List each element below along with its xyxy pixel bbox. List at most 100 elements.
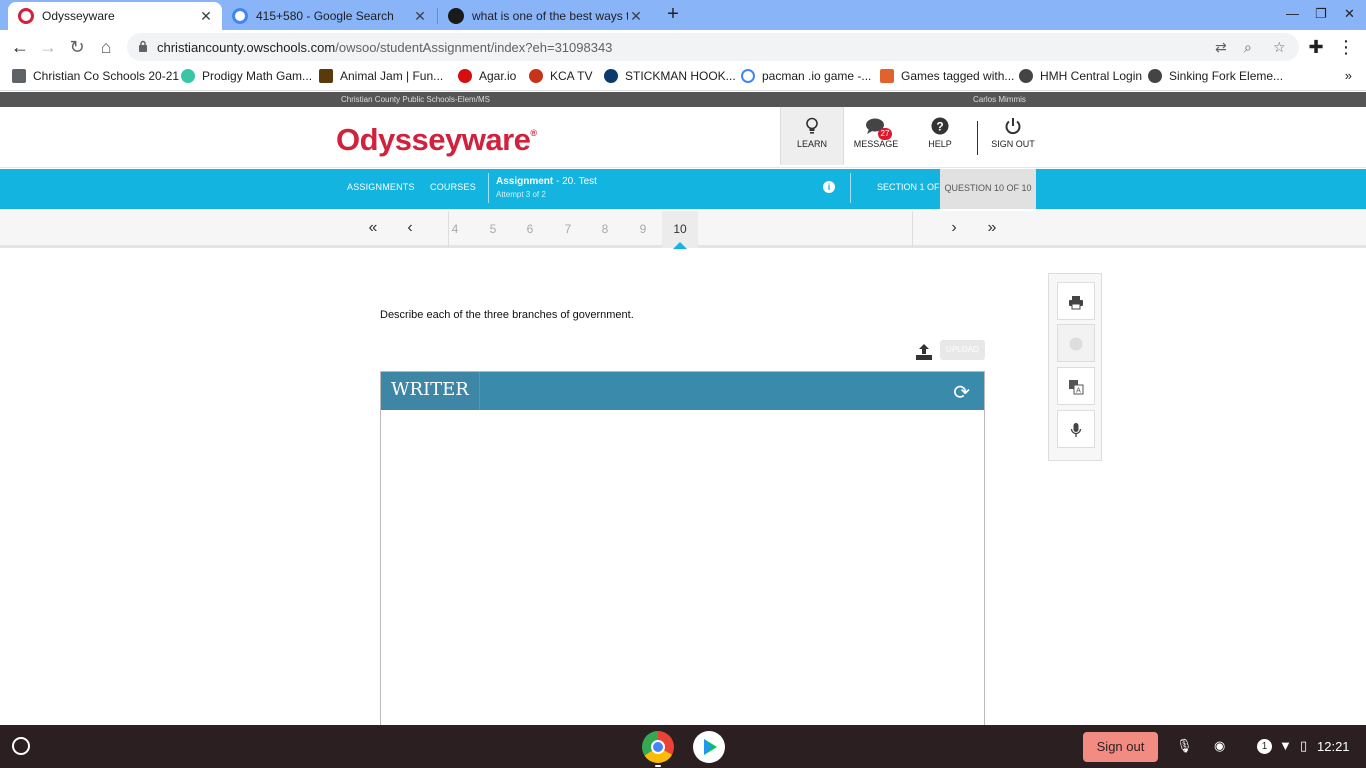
bookmark-item[interactable]: Prodigy Math Gam... <box>181 69 312 83</box>
question-pager: « ‹ 4 5 6 7 8 9 10 › » <box>0 211 1366 249</box>
bookmark-item[interactable]: Sinking Fork Eleme... <box>1148 69 1283 83</box>
tab-best-ways[interactable]: what is one of the best ways to l ✕ <box>438 2 652 30</box>
help-icon: ? <box>908 107 972 139</box>
extensions-icon[interactable]: ✚ <box>1305 36 1327 58</box>
nav-divider <box>977 121 978 155</box>
close-tab-icon[interactable]: ✕ <box>628 8 644 25</box>
globe-tool-icon[interactable] <box>1057 324 1095 362</box>
notification-count-icon[interactable]: 1 <box>1257 739 1272 754</box>
nav-signout[interactable]: SIGN OUT <box>981 107 1045 165</box>
address-bar[interactable]: christiancounty.owschools.com/owsoo/stud… <box>127 33 1299 61</box>
bookmark-item[interactable]: HMH Central Login <box>1019 69 1142 83</box>
bookmark-item[interactable]: Christian Co Schools 20-21 <box>12 69 179 83</box>
microphone-icon[interactable] <box>1057 410 1095 448</box>
home-icon[interactable]: ⌂ <box>95 36 117 58</box>
bookmark-item[interactable]: Animal Jam | Fun... <box>319 69 443 83</box>
bookmark-star-icon[interactable]: ☆ <box>1273 39 1286 56</box>
page-6[interactable]: 6 <box>520 222 540 236</box>
assignments-link[interactable]: ASSIGNMENTS <box>347 182 415 192</box>
tab-google-search[interactable]: 415+580 - Google Search ✕ <box>222 2 436 30</box>
new-tab-button[interactable]: + <box>662 4 684 26</box>
menu-icon[interactable]: ⋮ <box>1335 36 1357 58</box>
attempt-text: Attempt 3 of 2 <box>496 190 546 199</box>
wifi-icon[interactable]: ▼ <box>1279 738 1292 753</box>
globe-icon <box>1148 69 1162 83</box>
zoom-icon[interactable]: ⌕ <box>1244 39 1252 56</box>
minimize-icon[interactable]: — <box>1286 6 1299 21</box>
page-4[interactable]: 4 <box>445 222 465 236</box>
courses-link[interactable]: COURSES <box>430 182 476 192</box>
nav-help[interactable]: ? HELP <box>908 107 972 165</box>
next-page-icon[interactable]: › <box>944 219 964 237</box>
kca-icon <box>529 69 543 83</box>
back-icon[interactable]: ← <box>9 36 31 58</box>
battery-icon[interactable]: ▯ <box>1300 738 1307 754</box>
page-9[interactable]: 9 <box>633 222 653 236</box>
google-favicon-icon <box>232 8 248 24</box>
mute-icon[interactable]: ◉ <box>1214 738 1225 754</box>
mic-tray-icon[interactable]: 🎙 <box>1176 738 1193 754</box>
stickman-icon <box>604 69 618 83</box>
nav-message[interactable]: 27 MESSAGE <box>844 107 908 165</box>
google-icon <box>741 69 755 83</box>
tab-strip: Odysseyware ✕ 415+580 - Google Search ✕ … <box>0 0 1366 30</box>
chrome-icon[interactable] <box>642 731 674 763</box>
play-store-icon[interactable] <box>693 731 725 763</box>
more-bookmarks-icon[interactable]: » <box>1345 68 1352 83</box>
question-indicator[interactable]: QUESTION 10 OF 10 <box>940 169 1036 209</box>
tab-title: 415+580 - Google Search <box>256 9 394 23</box>
tab-title: what is one of the best ways to l <box>472 9 628 23</box>
question-text: Describe each of the three branches of g… <box>380 309 634 321</box>
page-5[interactable]: 5 <box>483 222 503 236</box>
maximize-icon[interactable]: ❐ <box>1315 6 1327 22</box>
launcher-icon[interactable] <box>12 737 30 755</box>
os-shelf: Sign out 🎙 ◉ 1 ▼ ▯ 12:21 <box>0 725 1366 768</box>
nav-learn[interactable]: LEARN <box>780 107 844 165</box>
upload-button[interactable]: UPLOAD <box>940 340 985 360</box>
writer-panel: WRITER ⟳ <box>380 371 985 731</box>
browser-toolbar: ← → ↻ ⌂ christiancounty.owschools.com/ow… <box>0 30 1366 63</box>
tools-panel: A <box>1048 273 1102 461</box>
tab-odysseyware[interactable]: Odysseyware ✕ <box>8 2 222 30</box>
writer-toolbar: WRITER ⟳ <box>381 372 984 410</box>
upload-icon[interactable] <box>915 343 933 361</box>
school-strip: Christian County Public Schools-Elem/MS … <box>0 92 1366 107</box>
print-icon[interactable] <box>1057 282 1095 320</box>
agar-icon <box>458 69 472 83</box>
folder-icon <box>12 69 26 83</box>
previous-page-icon[interactable]: ‹ <box>400 219 420 237</box>
last-page-icon[interactable]: » <box>982 219 1002 237</box>
prodigy-icon <box>181 69 195 83</box>
bookmark-item[interactable]: KCA TV <box>529 69 592 83</box>
reload-icon[interactable]: ↻ <box>66 36 88 58</box>
translate-icon[interactable]: ⇄ <box>1215 39 1227 56</box>
page-7[interactable]: 7 <box>558 222 578 236</box>
svg-text:?: ? <box>936 120 943 134</box>
running-indicator <box>655 765 661 767</box>
bookmark-item[interactable]: Agar.io <box>458 69 516 83</box>
section-indicator[interactable]: SECTION 1 OF 1 <box>877 182 947 192</box>
os-signout-button[interactable]: Sign out <box>1083 732 1158 762</box>
close-tab-icon[interactable]: ✕ <box>412 8 428 25</box>
forward-icon[interactable]: → <box>37 36 59 58</box>
close-tab-icon[interactable]: ✕ <box>198 8 214 25</box>
clock[interactable]: 12:21 <box>1317 739 1350 754</box>
itch-icon <box>880 69 894 83</box>
close-window-icon[interactable]: ✕ <box>1344 6 1355 22</box>
refresh-icon[interactable]: ⟳ <box>953 380 970 405</box>
page-8[interactable]: 8 <box>595 222 615 236</box>
translate-tool-icon[interactable]: A <box>1057 367 1095 405</box>
svg-text:A: A <box>1076 388 1081 395</box>
bookmark-item[interactable]: Games tagged with... <box>880 69 1014 83</box>
bookmark-item[interactable]: pacman .io game -... <box>741 69 871 83</box>
first-page-icon[interactable]: « <box>363 219 383 237</box>
odysseyware-logo[interactable]: Odysseyware® <box>336 122 537 158</box>
page-10[interactable]: 10 <box>670 222 690 236</box>
bookmark-item[interactable]: STICKMAN HOOK... <box>604 69 736 83</box>
url-text: christiancounty.owschools.com/owsoo/stud… <box>157 40 613 55</box>
lock-icon <box>139 40 147 52</box>
writer-title: WRITER <box>381 372 480 410</box>
writer-text-area[interactable] <box>381 410 984 730</box>
paw-icon <box>319 69 333 83</box>
info-icon[interactable]: i <box>823 181 835 193</box>
